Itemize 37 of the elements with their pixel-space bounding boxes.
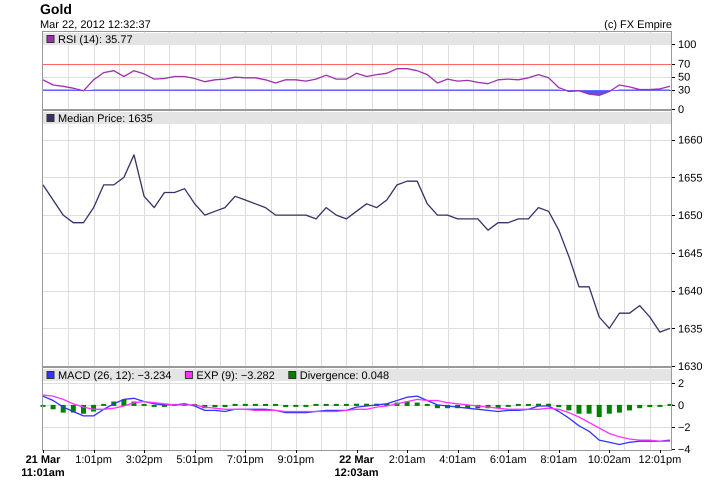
axis-label: −2 [678,422,691,434]
axis-label: 70 [678,58,690,71]
axis-label: 7:01pm [226,454,264,466]
legend-label: Median Price: 1635 [58,113,153,125]
axis-label: 0 [678,400,684,412]
copyright-text: (c) FX Empire [604,19,672,32]
axis-label: 6:01am [490,454,527,466]
axis-label: 1655 [678,172,702,184]
legend-label: RSI (14): 35.77 [58,34,133,46]
axis-label: 1:01pm [75,454,112,466]
axis-label: 1650 [678,210,702,222]
legend-label: Divergence: 0.048 [300,370,390,382]
axis-label: 0 [678,104,684,116]
axis-label: 1660 [678,134,702,147]
legend-label: MACD (26, 12): −3.234 [58,370,172,382]
axis-label: 22 Mar 12:03am [334,454,379,479]
axis-label: 1640 [678,286,702,298]
axis-label: 5:01pm [176,454,214,466]
axis-label: 12:01pm [638,454,682,466]
axis-label: 21 Mar 11:01am [21,454,65,479]
axis-label: 3:02pm [126,454,162,466]
chart-title: Gold [40,0,72,18]
axis-label: 4:01am [439,454,476,466]
axis-label: 10:02am [588,454,631,466]
axis-label: 30 [678,84,690,96]
axis-label: 1630 [678,361,702,373]
axis-label: 1635 [678,323,702,336]
axis-label: 9:01pm [277,454,314,466]
axis-label: −4 [678,444,691,456]
axis-label: 8:01am [540,454,578,466]
axis-label: 2 [678,378,684,390]
legend-label: EXP (9): −3.282 [196,370,275,382]
axis-label: 1645 [678,248,702,260]
timestamp: Mar 22, 2012 12:32:37 [40,19,151,32]
axis-label: 50 [678,72,690,84]
axis-label: 100 [678,39,696,52]
axis-label: 2:01am [388,454,426,466]
